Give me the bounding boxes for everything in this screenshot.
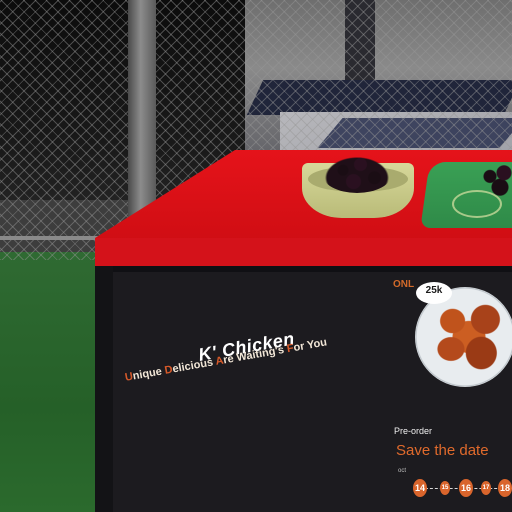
fried-chicken <box>428 297 510 377</box>
date-badge: 17 <box>481 481 491 495</box>
bowl-dark-berries <box>322 155 392 193</box>
banner-top-shadow <box>113 266 512 272</box>
date-badge: 16 <box>459 479 473 497</box>
date-badge: 14 <box>413 479 427 497</box>
month-label: oct <box>398 468 407 474</box>
only-label: ONL <box>393 279 415 290</box>
date-badge: 18 <box>498 479 512 497</box>
preorder-label: Pre-order <box>394 426 433 436</box>
date-badge: 15 <box>440 481 450 495</box>
photo-scene: K' Chicken Unique Delicious Are Waiting'… <box>0 0 512 512</box>
save-the-date-title: Save the date <box>396 442 489 459</box>
banner-side <box>95 266 113 512</box>
price-label: 25k <box>425 285 443 296</box>
plate-dark-berries <box>478 162 512 198</box>
